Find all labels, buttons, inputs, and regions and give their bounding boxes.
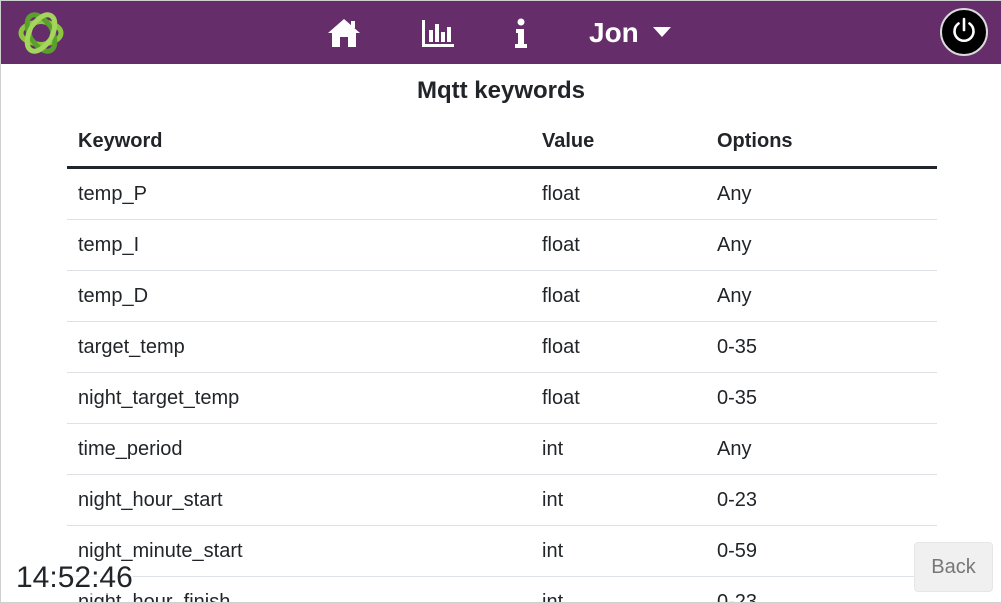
options-cell: Any	[706, 423, 937, 475]
value-cell: float	[531, 372, 706, 424]
table-row: night_hour_start int 0-23	[67, 474, 937, 526]
table-row: night_minute_start int 0-59	[67, 525, 937, 577]
nav-center: Jon	[1, 1, 1001, 64]
options-cell: 0-23	[706, 474, 937, 526]
power-button[interactable]	[940, 8, 988, 56]
keyword-cell: night_target_temp	[67, 372, 531, 424]
table-row: night_target_temp float 0-35	[67, 372, 937, 424]
keyword-cell: night_hour_start	[67, 474, 531, 526]
options-cell: Any	[706, 270, 937, 322]
value-cell: float	[531, 167, 706, 220]
value-cell: int	[531, 525, 706, 577]
app-frame: Jon Mqtt keywords Keyword Value Options …	[0, 0, 1002, 603]
keyword-cell: temp_I	[67, 219, 531, 271]
home-icon[interactable]	[326, 15, 362, 51]
value-cell: int	[531, 576, 706, 602]
keyword-cell: night_hour_finish	[67, 576, 531, 602]
clock: 14:52:46	[16, 561, 133, 595]
options-cell: Any	[706, 219, 937, 271]
bar-chart-icon[interactable]	[421, 15, 455, 51]
table-row: temp_P float Any	[67, 167, 937, 220]
caret-down-icon	[652, 24, 671, 42]
keyword-cell: temp_D	[67, 270, 531, 322]
table-row: night_hour_finish int 0-23	[67, 576, 937, 602]
options-cell: Any	[706, 167, 937, 220]
keyword-cell: time_period	[67, 423, 531, 475]
options-cell: 0-59	[706, 525, 937, 577]
value-cell: int	[531, 423, 706, 475]
table-row: target_temp float 0-35	[67, 321, 937, 373]
user-name: Jon	[589, 17, 639, 48]
keyword-cell: target_temp	[67, 321, 531, 373]
table-row: temp_D float Any	[67, 270, 937, 322]
value-cell: float	[531, 270, 706, 322]
info-icon[interactable]	[510, 15, 532, 51]
page-title: Mqtt keywords	[416, 77, 586, 104]
value-cell: float	[531, 219, 706, 271]
column-header-value: Value	[531, 117, 706, 169]
top-navbar: Jon	[1, 1, 1001, 64]
column-header-keyword: Keyword	[67, 117, 531, 169]
table-row: time_period int Any	[67, 423, 937, 475]
value-cell: float	[531, 321, 706, 373]
keyword-cell: temp_P	[67, 167, 531, 220]
keyword-cell: night_minute_start	[67, 525, 531, 577]
keywords-table: Keyword Value Options temp_P float Any t…	[67, 117, 937, 602]
user-dropdown[interactable]: Jon	[589, 16, 671, 50]
column-header-options: Options	[706, 117, 937, 169]
options-cell: 0-35	[706, 372, 937, 424]
back-button[interactable]: Back	[914, 542, 993, 592]
keywords-table-container: Keyword Value Options temp_P float Any t…	[67, 117, 937, 602]
power-icon	[950, 16, 978, 49]
value-cell: int	[531, 474, 706, 526]
options-cell: 0-35	[706, 321, 937, 373]
table-row: temp_I float Any	[67, 219, 937, 271]
table-header-row: Keyword Value Options	[67, 117, 937, 169]
options-cell: 0-23	[706, 576, 937, 602]
